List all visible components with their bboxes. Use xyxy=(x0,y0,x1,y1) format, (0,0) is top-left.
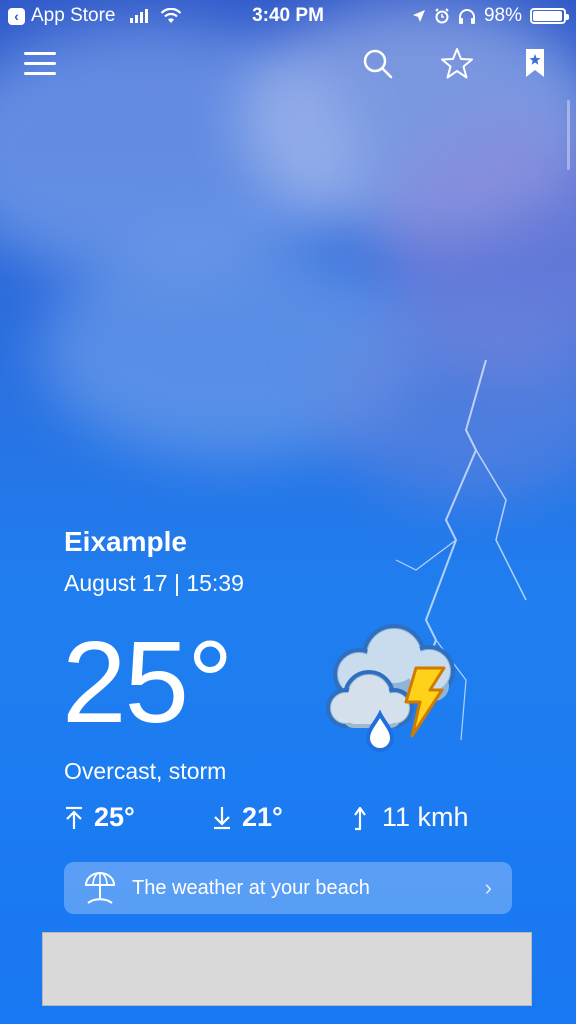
wind-value: 11 kmh xyxy=(382,802,469,832)
location-name: Eixample xyxy=(64,526,187,557)
search-icon[interactable] xyxy=(360,46,394,80)
location-arrow-icon xyxy=(412,10,425,22)
scrollbar[interactable] xyxy=(567,100,570,170)
chevron-right-icon: › xyxy=(484,875,492,900)
max-temp-value: 25° xyxy=(94,802,135,832)
cloud-storm-rain-icon xyxy=(326,624,455,752)
bookmark-icon[interactable] xyxy=(518,46,552,80)
battery-percent: 98% xyxy=(483,5,522,26)
weather-stats: 25° 21° 11 kmh xyxy=(64,802,524,836)
wind-stat: 11 kmh xyxy=(352,802,469,833)
wind-direction-icon xyxy=(354,806,366,830)
date-time: August 17 | 15:39 xyxy=(64,570,244,596)
arrow-down-min-icon xyxy=(214,806,230,829)
menu-icon[interactable] xyxy=(24,52,56,82)
battery-fill xyxy=(533,11,563,21)
min-temp-value: 21° xyxy=(242,802,283,832)
alarm-icon xyxy=(435,8,449,24)
status-bar: ‹ App Store 3:40 PM 98% xyxy=(0,0,576,32)
star-icon[interactable] xyxy=(440,46,474,80)
max-temp-stat: 25° xyxy=(64,802,135,833)
umbrella-beach-icon xyxy=(84,872,116,904)
min-temp-stat: 21° xyxy=(212,802,283,833)
top-toolbar xyxy=(0,40,576,90)
beach-weather-label: The weather at your beach xyxy=(132,876,370,899)
arrow-up-max-icon xyxy=(66,806,82,829)
headphones-icon xyxy=(458,9,475,24)
battery-icon xyxy=(530,8,569,24)
weather-condition: Overcast, storm xyxy=(64,758,227,784)
ad-banner-placeholder[interactable] xyxy=(42,932,532,1006)
beach-weather-button[interactable]: The weather at your beach › xyxy=(64,862,512,914)
current-temperature: 25° xyxy=(62,617,233,747)
